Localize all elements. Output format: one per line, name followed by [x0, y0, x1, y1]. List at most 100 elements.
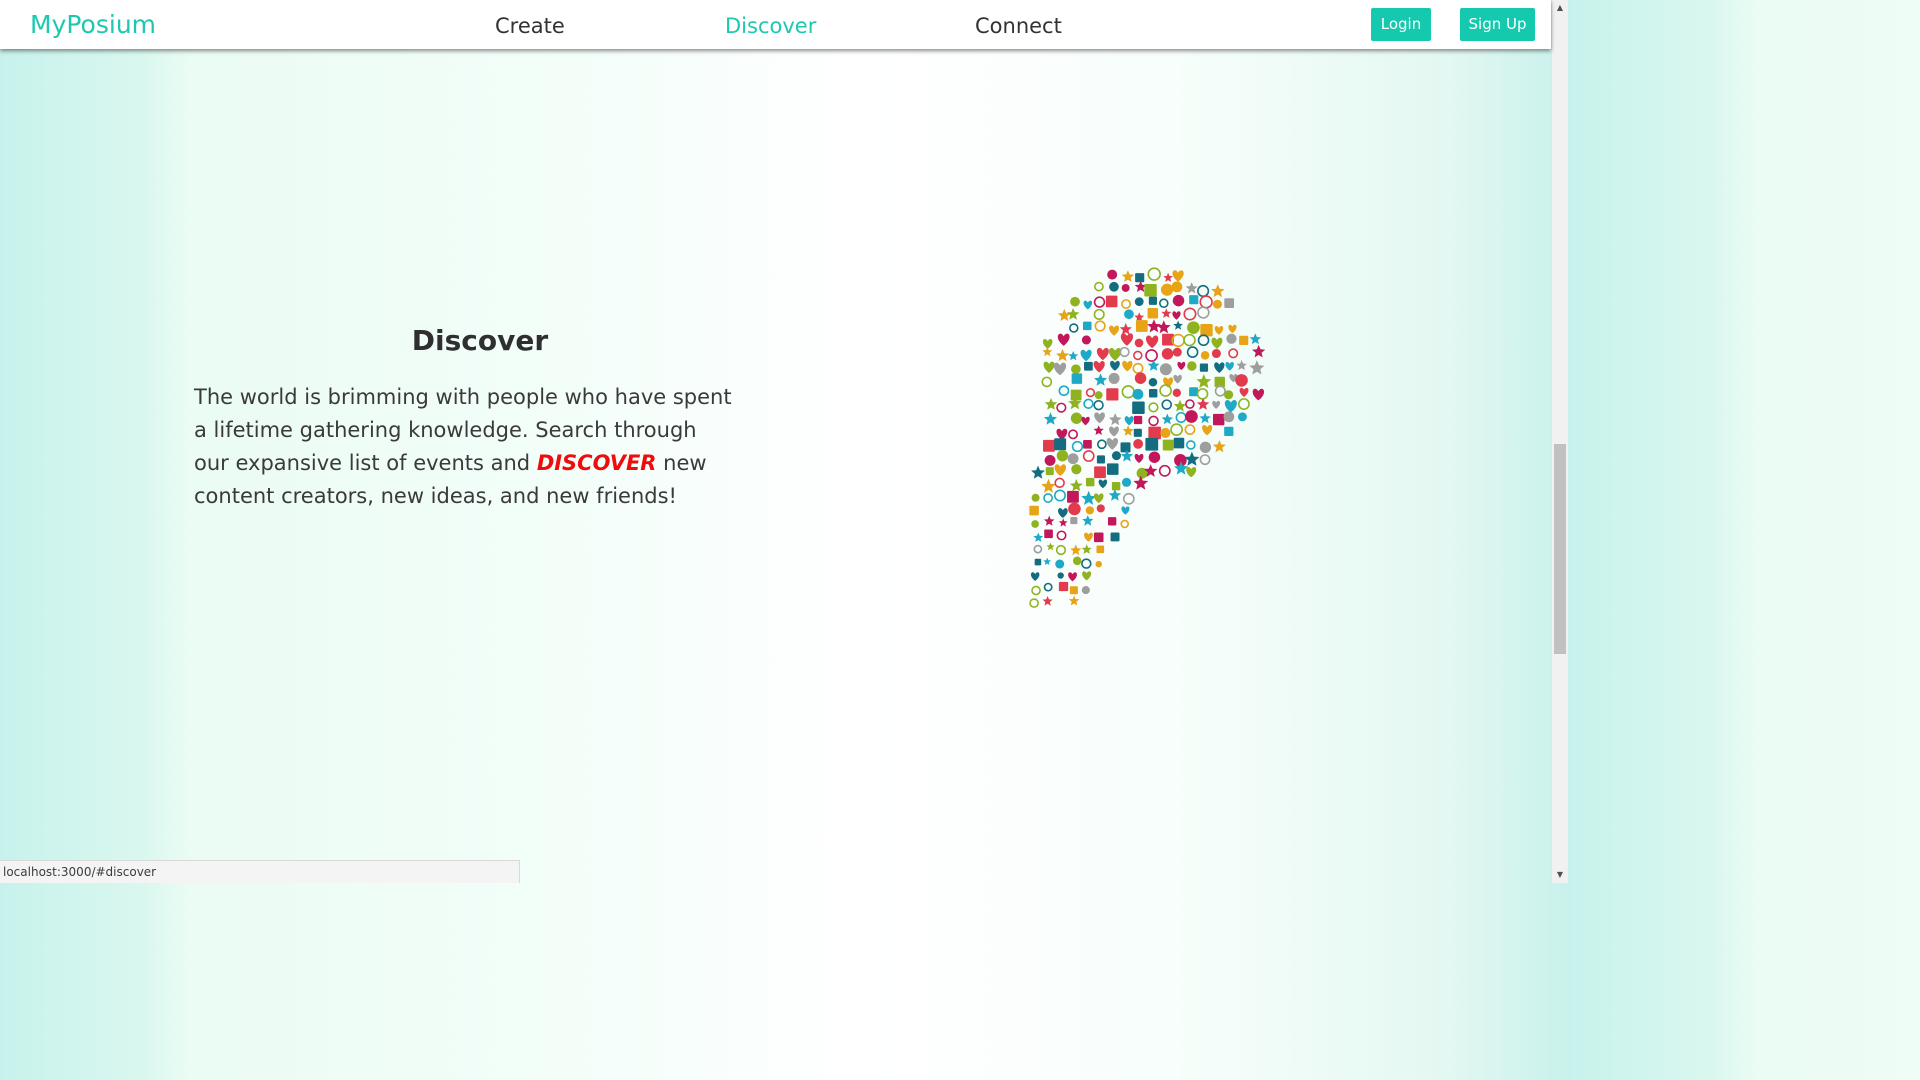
- collage-icon: [1235, 374, 1248, 387]
- collage-icon: [1056, 428, 1068, 440]
- collage-icon: [1029, 598, 1039, 608]
- collage-icon: [1121, 506, 1130, 515]
- collage-icon: [1111, 451, 1121, 461]
- collage-icon: [1054, 438, 1067, 451]
- collage-icon: [1147, 308, 1159, 319]
- collage-icon: [1056, 530, 1067, 541]
- discover-emphasis: DISCOVER: [536, 451, 657, 475]
- collage-icon: [1066, 307, 1080, 320]
- scroll-up-arrow-icon[interactable]: ▲: [1552, 0, 1568, 16]
- collage-icon: [1148, 296, 1157, 305]
- collage-icon: [1173, 399, 1187, 412]
- collage-icon: [1031, 585, 1041, 596]
- collage-icon: [1124, 416, 1134, 426]
- collage-icon: [1067, 490, 1079, 503]
- collage-icon: [1171, 333, 1185, 348]
- collage-icon: [1159, 384, 1172, 397]
- collage-icon: [1072, 556, 1082, 566]
- collage-icon: [1034, 558, 1042, 566]
- collage-icon: [1160, 283, 1174, 296]
- collage-icon: [1186, 466, 1197, 478]
- collage-icon: [1177, 361, 1186, 370]
- collage-icon: [1080, 349, 1092, 362]
- collage-icon: [1094, 412, 1105, 424]
- collage-icon: [1058, 518, 1068, 527]
- collage-icon: [1157, 320, 1171, 334]
- collage-icon: [1070, 544, 1082, 556]
- collage-icon: [1199, 454, 1211, 466]
- collage-icon: [1044, 454, 1056, 466]
- collage-icon: [1093, 425, 1104, 435]
- collage-icon: [1058, 508, 1068, 519]
- collage-icon: [1070, 389, 1082, 401]
- scrollbar-thumb[interactable]: [1554, 444, 1566, 654]
- collage-icon: [1189, 387, 1199, 397]
- collage-icon: [1094, 373, 1108, 386]
- collage-icon: [1249, 360, 1265, 375]
- collage-icon: [1134, 372, 1147, 384]
- collage-icon: [1081, 586, 1090, 595]
- collage-icon: [1055, 559, 1065, 569]
- scroll-down-arrow-icon[interactable]: ▼: [1552, 867, 1568, 883]
- collage-icon: [1068, 595, 1080, 606]
- collage-icon: [1211, 348, 1221, 359]
- collage-icon: [1068, 350, 1079, 361]
- collage-icon: [1081, 544, 1092, 554]
- collage-icon: [1159, 298, 1169, 308]
- collage-icon: [1054, 477, 1065, 489]
- collage-icon: [1108, 347, 1122, 361]
- collage-icon: [1111, 481, 1121, 491]
- collage-icon: [1043, 493, 1053, 503]
- collage-icon: [1212, 299, 1222, 309]
- vertical-scrollbar[interactable]: ▲ ▼: [1551, 0, 1568, 883]
- collage-icon: [1081, 490, 1097, 505]
- login-button[interactable]: Login: [1371, 8, 1431, 41]
- signup-button[interactable]: Sign Up: [1460, 8, 1535, 41]
- collage-icon: [1148, 389, 1158, 398]
- collage-icon: [1187, 361, 1197, 371]
- collage-icon: [1053, 489, 1066, 502]
- collage-icon: [1212, 413, 1225, 426]
- collage-icon: [1053, 362, 1067, 376]
- collage-icon: [1132, 401, 1145, 415]
- nav-link-create[interactable]: Create: [495, 12, 565, 40]
- collage-icon: [1083, 300, 1093, 310]
- collage-icon: [1237, 398, 1250, 410]
- nav-link-discover[interactable]: Discover: [725, 12, 816, 40]
- nav-link-connect[interactable]: Connect: [975, 12, 1062, 40]
- collage-icon: [1108, 372, 1120, 384]
- collage-icon: [1120, 519, 1129, 529]
- collage-icon: [1056, 449, 1069, 462]
- collage-icon: [1085, 477, 1095, 487]
- collage-icon: [1082, 321, 1092, 331]
- collage-icon: [1224, 399, 1237, 413]
- collage-icon: [1055, 544, 1067, 556]
- collage-icon: [1148, 378, 1158, 387]
- collage-icon: [1196, 374, 1212, 389]
- collage-icon: [1135, 273, 1145, 283]
- collage-icon: [1161, 348, 1174, 360]
- collage-icon: [1200, 323, 1213, 337]
- collage-icon: [1068, 429, 1079, 440]
- collage-icon: [1197, 284, 1210, 298]
- brand-logo[interactable]: MyPosium: [30, 9, 156, 41]
- top-navbar: MyPosium Create Discover Connect Login S…: [0, 0, 1551, 49]
- collage-icon: [1096, 347, 1109, 361]
- collage-icon: [1033, 532, 1044, 542]
- collage-icon: [1094, 320, 1106, 332]
- collage-icon: [1161, 308, 1172, 318]
- collage-icon: [1084, 532, 1093, 542]
- collage-icon: [1084, 361, 1093, 371]
- collage-icon: [1196, 398, 1210, 410]
- lightbulb-icon-collage: [1029, 267, 1265, 608]
- collage-icon: [1082, 571, 1092, 581]
- browser-status-bar: localhost:3000/#discover: [0, 860, 520, 883]
- collage-icon: [1071, 373, 1083, 384]
- collage-icon: [1147, 267, 1161, 281]
- collage-icon: [1228, 324, 1237, 334]
- collage-icon: [1108, 413, 1122, 426]
- collage-icon: [1134, 453, 1144, 463]
- collage-icon: [1239, 387, 1249, 397]
- collage-icon: [1110, 532, 1120, 542]
- collage-icon: [1132, 388, 1144, 400]
